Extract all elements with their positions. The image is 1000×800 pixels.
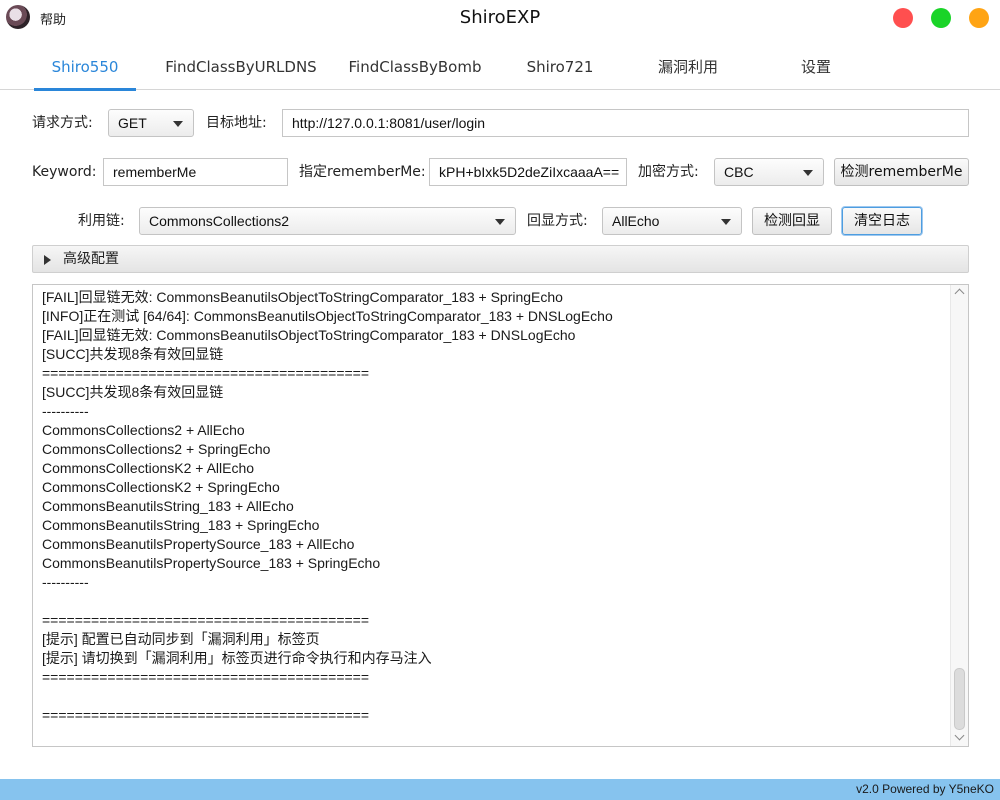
log-line: CommonsBeanutilsString_183 + AllEcho xyxy=(42,498,294,514)
advanced-config-toggle[interactable]: 高级配置 xyxy=(32,245,969,273)
encryption-select[interactable]: CBC xyxy=(714,158,824,186)
maximize-window-button[interactable] xyxy=(931,8,951,28)
version-credit: v2.0 Powered by Y5neKO xyxy=(856,782,994,796)
gadget-chain-select[interactable]: CommonsCollections2 xyxy=(139,207,516,235)
echo-method-select[interactable]: AllEcho xyxy=(602,207,742,235)
log-line: [FAIL]回显链无效: CommonsBeanutilsObjectToStr… xyxy=(42,289,563,305)
tab-settings[interactable]: 设置 xyxy=(766,44,866,90)
log-line: ======================================== xyxy=(42,365,370,381)
target-url-label: 目标地址: xyxy=(206,115,267,131)
log-line: ---------- xyxy=(42,574,89,590)
request-method-value: GET xyxy=(118,115,147,131)
log-line: CommonsBeanutilsPropertySource_183 + All… xyxy=(42,536,355,552)
gadget-chain-label: 利用链: xyxy=(78,213,125,229)
log-line: [FAIL]回显链无效: CommonsBeanutilsObjectToStr… xyxy=(42,327,576,343)
log-line: CommonsBeanutilsString_183 + SpringEcho xyxy=(42,517,320,533)
specify-rememberme-input[interactable]: kPH+bIxk5D2deZiIxcaaaA== xyxy=(429,158,627,186)
close-window-button[interactable] xyxy=(893,8,913,28)
log-lines: [FAIL]回显链无效: CommonsBeanutilsObjectToStr… xyxy=(42,288,942,725)
log-line: CommonsCollectionsK2 + SpringEcho xyxy=(42,479,280,495)
title-bar: 帮助 ShiroEXP xyxy=(0,0,1000,36)
log-output-area[interactable]: [FAIL]回显链无效: CommonsBeanutilsObjectToStr… xyxy=(32,284,969,747)
encryption-label: 加密方式: xyxy=(638,164,699,180)
log-line: ======================================== xyxy=(42,669,370,685)
log-line: CommonsBeanutilsPropertySource_183 + Spr… xyxy=(42,555,381,571)
request-method-select[interactable]: GET xyxy=(108,109,194,137)
tab-bar: Shiro550 FindClassByURLDNS FindClassByBo… xyxy=(0,44,1000,91)
chevron-down-icon xyxy=(495,219,505,225)
request-method-label: 请求方式: xyxy=(32,115,93,131)
log-line: CommonsCollectionsK2 + AllEcho xyxy=(42,460,255,476)
log-line: ======================================== xyxy=(42,612,370,628)
clear-log-button[interactable]: 清空日志 xyxy=(842,207,922,235)
log-line: [SUCC]共发现8条有效回显链 xyxy=(42,384,224,400)
specify-rememberme-label: 指定rememberMe: xyxy=(299,164,426,180)
scroll-up-icon[interactable] xyxy=(954,288,965,299)
chevron-down-icon xyxy=(803,170,813,176)
scrollbar-thumb[interactable] xyxy=(954,668,965,730)
encryption-value: CBC xyxy=(724,164,754,180)
tab-shiro550[interactable]: Shiro550 xyxy=(20,44,150,91)
target-url-input[interactable]: http://127.0.0.1:8081/user/login xyxy=(282,109,969,137)
log-line: ---------- xyxy=(42,403,89,419)
app-logo-icon xyxy=(6,5,30,29)
log-line: CommonsCollections2 + SpringEcho xyxy=(42,441,271,457)
tab-findclassbyurldns[interactable]: FindClassByURLDNS xyxy=(160,44,322,90)
log-line: ======================================== xyxy=(42,707,370,723)
advanced-config-label: 高级配置 xyxy=(63,251,119,267)
chevron-right-icon xyxy=(44,255,51,265)
log-scrollbar[interactable] xyxy=(950,285,968,746)
chevron-down-icon xyxy=(173,121,183,127)
status-bar: v2.0 Powered by Y5neKO xyxy=(0,779,1000,800)
detect-echo-button[interactable]: 检测回显 xyxy=(752,207,832,235)
minimize-window-button[interactable] xyxy=(969,8,989,28)
gadget-chain-value: CommonsCollections2 xyxy=(149,213,290,229)
echo-method-value: AllEcho xyxy=(612,213,660,229)
echo-method-label: 回显方式: xyxy=(527,213,588,229)
log-line: [INFO]正在测试 [64/64]: CommonsBeanutilsObje… xyxy=(42,308,613,324)
log-line: [提示] 请切换到「漏洞利用」标签页进行命令执行和内存马注入 xyxy=(42,650,432,666)
window-title: ShiroEXP xyxy=(459,7,541,28)
log-line: [提示] 配置已自动同步到「漏洞利用」标签页 xyxy=(42,631,320,647)
help-menu[interactable]: 帮助 xyxy=(40,9,66,28)
tab-shiro721[interactable]: Shiro721 xyxy=(510,44,610,90)
tab-findclassbybomb[interactable]: FindClassByBomb xyxy=(340,44,490,90)
log-line: CommonsCollections2 + AllEcho xyxy=(42,422,245,438)
tab-exploit[interactable]: 漏洞利用 xyxy=(638,44,738,90)
detect-rememberme-button[interactable]: 检测rememberMe xyxy=(834,158,969,186)
log-line: [SUCC]共发现8条有效回显链 xyxy=(42,346,224,362)
chevron-down-icon xyxy=(721,219,731,225)
keyword-input[interactable]: rememberMe xyxy=(103,158,288,186)
keyword-label: Keyword: xyxy=(32,164,97,180)
scroll-down-icon[interactable] xyxy=(954,730,965,741)
